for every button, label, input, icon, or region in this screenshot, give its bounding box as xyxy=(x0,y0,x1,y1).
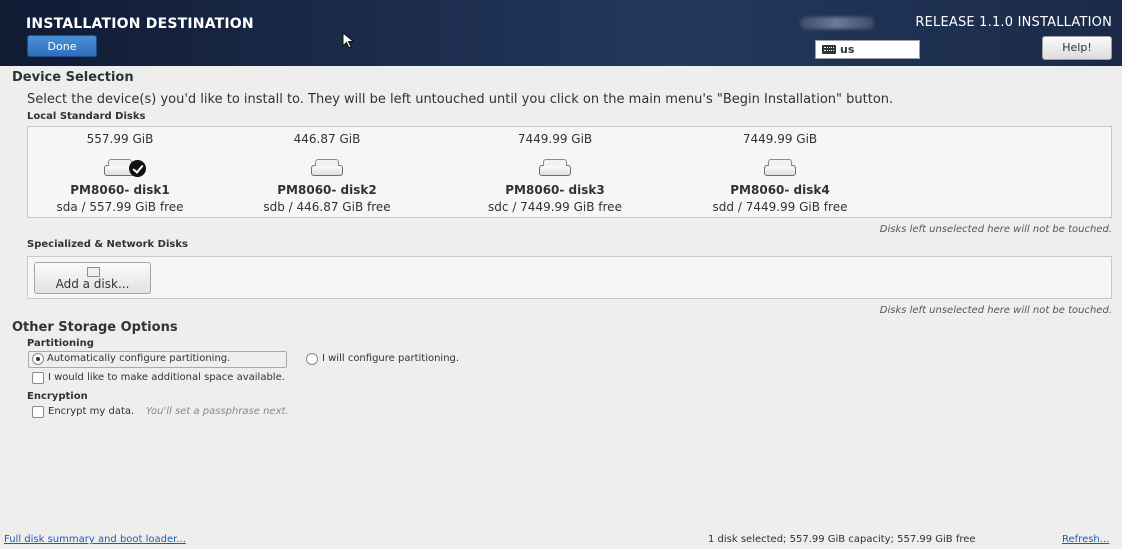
mouse-cursor-icon xyxy=(342,32,355,49)
add-disk-button[interactable]: Add a disk... xyxy=(34,262,151,294)
page-title: INSTALLATION DESTINATION xyxy=(26,16,254,32)
disk-detail: sdd / 7449.99 GiB free xyxy=(712,200,848,214)
disk-name: PM8060- disk4 xyxy=(730,183,830,197)
full-disk-summary-link[interactable]: Full disk summary and boot loader... xyxy=(4,534,186,545)
local-standard-disks-label: Local Standard Disks xyxy=(27,111,146,122)
auto-partition-label[interactable]: Automatically configure partitioning. xyxy=(47,353,230,364)
refresh-link[interactable]: Refresh... xyxy=(1062,534,1109,545)
keyboard-icon xyxy=(822,45,836,54)
hard-disk-icon xyxy=(764,159,796,176)
selected-check-icon xyxy=(129,160,146,177)
disk-detail: sdb / 446.87 GiB free xyxy=(263,200,391,214)
device-selection-heading: Device Selection xyxy=(12,70,134,85)
hard-disk-icon xyxy=(539,159,571,176)
disk-detail: sdc / 7449.99 GiB free xyxy=(488,200,622,214)
encrypt-hint: You'll set a passphrase next. xyxy=(146,406,289,417)
local-disks-note: Disks left unselected here will not be t… xyxy=(879,224,1112,235)
keyboard-layout-indicator[interactable]: us xyxy=(815,40,920,59)
local-disks-panel: 557.99 GiB PM8060- disk1 sda / 557.99 Gi… xyxy=(27,126,1112,218)
disk-size: 7449.99 GiB xyxy=(517,132,593,146)
selection-summary: 1 disk selected; 557.99 GiB capacity; 55… xyxy=(708,534,976,545)
encrypt-label[interactable]: Encrypt my data. xyxy=(48,406,134,417)
manual-partition-label[interactable]: I will configure partitioning. xyxy=(322,353,459,364)
specialized-disks-note: Disks left unselected here will not be t… xyxy=(879,305,1112,316)
keyboard-layout-label: us xyxy=(840,43,855,56)
specialized-disks-panel: Add a disk... xyxy=(27,256,1112,299)
disk-size: 7449.99 GiB xyxy=(742,132,818,146)
hard-disk-icon xyxy=(311,159,343,176)
auto-partition-radio[interactable] xyxy=(32,353,44,365)
specialized-disks-label: Specialized & Network Disks xyxy=(27,239,188,250)
additional-space-checkbox[interactable] xyxy=(32,372,44,384)
disk-size: 446.87 GiB xyxy=(293,132,361,146)
device-selection-instruction: Select the device(s) you'd like to insta… xyxy=(27,92,894,107)
manual-partition-radio[interactable] xyxy=(306,353,318,365)
disk-detail: sda / 557.99 GiB free xyxy=(56,200,184,214)
disk-item-disk2[interactable]: 446.87 GiB PM8060- disk2 sdb / 446.87 Gi… xyxy=(242,127,412,219)
help-button[interactable]: Help! xyxy=(1042,36,1112,60)
disk-name: PM8060- disk2 xyxy=(277,183,377,197)
partitioning-label: Partitioning xyxy=(27,338,94,349)
disk-size: 557.99 GiB xyxy=(86,132,154,146)
product-name-blurred xyxy=(800,17,874,29)
disk-item-disk4[interactable]: 7449.99 GiB PM8060- disk4 sdd / 7449.99 … xyxy=(695,127,865,219)
additional-space-label[interactable]: I would like to make additional space av… xyxy=(48,372,285,383)
header-bar: INSTALLATION DESTINATION Done RELEASE 1.… xyxy=(0,0,1122,66)
add-disk-label: Add a disk... xyxy=(55,277,130,291)
disk-icon xyxy=(87,267,100,277)
storage-options-heading: Other Storage Options xyxy=(12,320,178,335)
release-title: RELEASE 1.1.0 INSTALLATION xyxy=(915,15,1112,30)
encryption-label: Encryption xyxy=(27,391,88,402)
done-button[interactable]: Done xyxy=(27,35,97,57)
encrypt-checkbox[interactable] xyxy=(32,406,44,418)
disk-item-disk3[interactable]: 7449.99 GiB PM8060- disk3 sdc / 7449.99 … xyxy=(470,127,640,219)
disk-item-disk1[interactable]: 557.99 GiB PM8060- disk1 sda / 557.99 Gi… xyxy=(35,127,205,219)
disk-name: PM8060- disk3 xyxy=(505,183,605,197)
disk-name: PM8060- disk1 xyxy=(70,183,170,197)
